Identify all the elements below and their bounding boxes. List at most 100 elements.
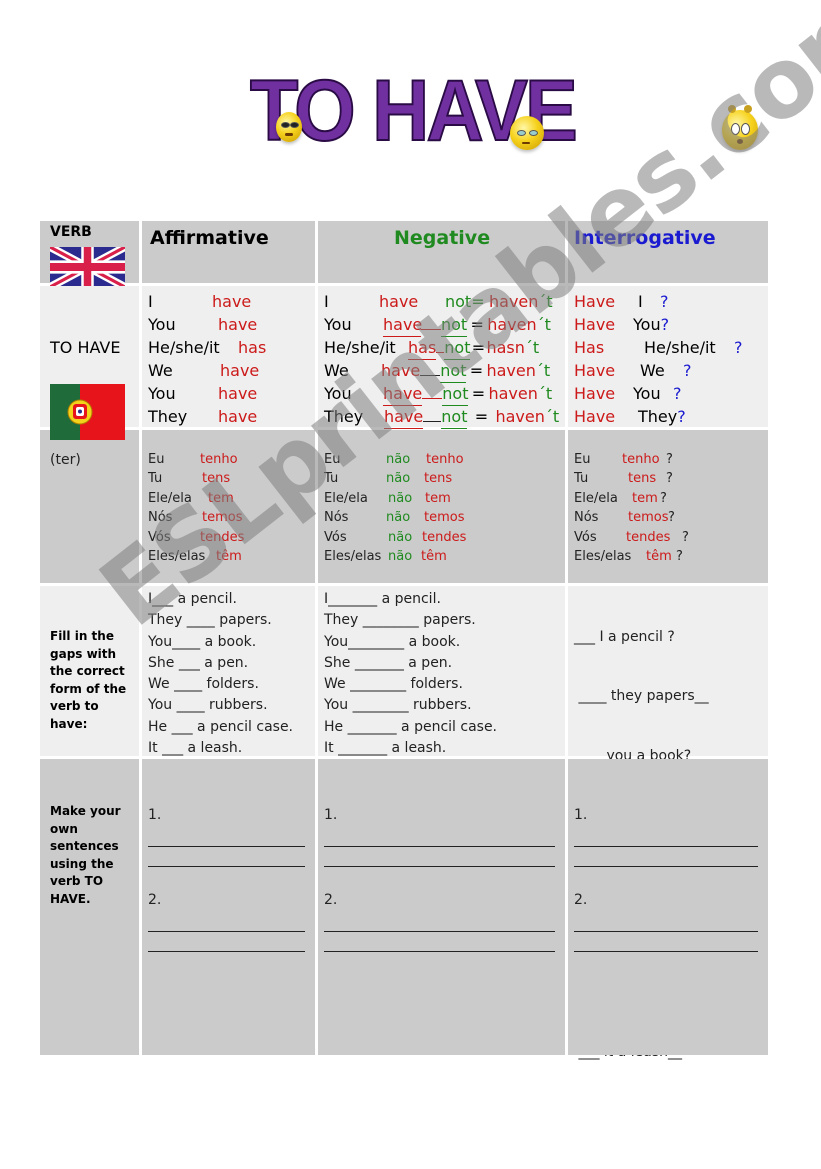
- list-item: Ele/ela tem: [148, 490, 234, 506]
- fill-in-negative-list: I_______ a pencil. They ________ papers.…: [324, 589, 561, 759]
- list-item: Ele/ela não tem: [324, 490, 451, 506]
- list-item: Nós temos?: [574, 510, 675, 526]
- list-item: Have They?: [574, 407, 686, 426]
- exercise-item[interactable]: I___ a pencil.: [148, 589, 311, 610]
- verb-label: VERB: [50, 224, 92, 240]
- own-negative-cell: 1. 2.: [318, 759, 565, 1055]
- own-sentences-row: Make your own sentences using the verb T…: [40, 759, 768, 1055]
- list-item: They have: [148, 407, 258, 426]
- exercise-item[interactable]: It ___ a leash.: [148, 738, 311, 759]
- list-item: Eu tenho?: [574, 452, 673, 467]
- list-item: He/she/it has not=hasn´t: [324, 336, 561, 360]
- ter-label: (ter): [50, 452, 81, 468]
- list-item: You have: [148, 315, 258, 334]
- writing-line[interactable]: [574, 866, 758, 867]
- list-item: Eles/elas têm?: [574, 548, 683, 564]
- exercise-item[interactable]: We ________ folders.: [324, 674, 561, 695]
- uk-flag-icon: [50, 247, 125, 287]
- own-sentence-block: 1.: [324, 807, 555, 867]
- sentence-number: 1.: [574, 807, 588, 823]
- portuguese-negative-list: Eu não tenho Tu não tens Ele/ela não tem Nós nã…: [324, 450, 561, 566]
- writing-line[interactable]: [148, 846, 305, 847]
- own-sentence-block: 2.: [574, 892, 758, 952]
- exercise-item[interactable]: She _______ a pen.: [324, 653, 561, 674]
- exercise-item[interactable]: It _______ a leash.: [324, 738, 561, 759]
- list-item: We have not = haven´t: [324, 359, 561, 383]
- own-sentence-block: 1.: [574, 807, 758, 867]
- writing-line[interactable]: [324, 866, 555, 867]
- list-item: Has He/she/it?: [574, 338, 743, 357]
- writing-line[interactable]: [324, 846, 555, 847]
- writing-line[interactable]: [574, 846, 758, 847]
- writing-line[interactable]: [574, 951, 758, 952]
- writing-line[interactable]: [324, 931, 555, 932]
- conjugation-table: VERB Affirmative Negative Interrogative …: [40, 221, 768, 1060]
- list-item: Have I?: [574, 292, 669, 311]
- exercise-item[interactable]: You ____ rubbers.: [148, 695, 311, 716]
- english-interrogative-list: Have I? Have You? Has He/she/it? Have We? Ha…: [574, 290, 764, 428]
- english-negative-cell: Ihave not= haven´t You have not = haven´t He/s…: [318, 286, 565, 429]
- exercise-item[interactable]: You________ a book.: [324, 632, 561, 653]
- to-have-label: TO HAVE: [50, 338, 121, 357]
- page-title: TO HAVE: [249, 63, 579, 159]
- fill-in-instruction: Fill in the gaps with the correct form o…: [50, 629, 127, 731]
- list-item: Eles/elas não têm: [324, 548, 447, 564]
- exercise-item[interactable]: They ____ papers.: [148, 610, 311, 631]
- exercise-item[interactable]: She ___ a pen.: [148, 653, 311, 674]
- list-item: You have: [148, 384, 258, 403]
- list-item: Ele/ela tem?: [574, 490, 667, 506]
- fill-in-instruction-cell: Fill in the gaps with the correct form o…: [40, 586, 139, 756]
- exercise-item[interactable]: ____ they papers__: [574, 686, 764, 707]
- portuguese-interrogative-cell: Eu tenho? Tu tens? Ele/ela tem? Nós temos? V…: [568, 430, 768, 583]
- list-item: Vós não tendes: [324, 529, 467, 545]
- sentence-number: 1.: [148, 807, 162, 823]
- list-item: Tu tens: [148, 471, 231, 487]
- exercise-item[interactable]: I_______ a pencil.: [324, 589, 561, 610]
- english-affirmative-cell: Ihave You have He/she/it has We have You hav…: [142, 286, 315, 427]
- list-item: Nós temos: [148, 510, 243, 526]
- exercise-item[interactable]: You____ a book.: [148, 632, 311, 653]
- affirmative-header-cell: Affirmative: [142, 221, 315, 283]
- exercise-item[interactable]: He ___ a pencil case.: [148, 717, 311, 738]
- writing-line[interactable]: [574, 931, 758, 932]
- exercise-item[interactable]: You ________ rubbers.: [324, 695, 561, 716]
- writing-line[interactable]: [324, 951, 555, 952]
- english-side-cell: TO HAVE: [40, 286, 139, 440]
- cool-smiley-icon: [276, 112, 302, 142]
- writing-line[interactable]: [148, 951, 305, 952]
- english-affirmative-list: Ihave You have He/she/it has We have You hav…: [148, 290, 311, 428]
- list-item: Have You?: [574, 315, 670, 334]
- sentence-number: 2.: [574, 892, 588, 908]
- list-item: Ihave not= haven´t: [324, 292, 553, 311]
- negative-heading: Negative: [394, 227, 491, 249]
- portugal-flag-icon: [50, 384, 125, 440]
- list-item: You have not = haven´t: [324, 382, 561, 406]
- list-item: Nós não temos: [324, 510, 465, 526]
- exercise-item[interactable]: We ____ folders.: [148, 674, 311, 695]
- exercise-item[interactable]: They ________ papers.: [324, 610, 561, 631]
- exercise-item[interactable]: ___ I a pencil ?: [574, 627, 764, 648]
- verb-header-cell: VERB: [40, 221, 139, 287]
- list-item: Ihave: [148, 292, 252, 311]
- exercise-item[interactable]: He _______ a pencil case.: [324, 717, 561, 738]
- writing-line[interactable]: [148, 931, 305, 932]
- own-sentence-block: 1.: [148, 807, 305, 867]
- portuguese-row: (ter) Eu tenho Tu tens Ele/ela tem Nós temos…: [40, 430, 768, 583]
- own-sentence-block: 2.: [148, 892, 305, 952]
- sleepy-smiley-icon: [510, 116, 544, 150]
- fill-in-row: Fill in the gaps with the correct form o…: [40, 586, 768, 1060]
- list-item: Tu não tens: [324, 471, 453, 487]
- own-sentence-block: 2.: [324, 892, 555, 952]
- list-item: They have not = haven´t: [324, 405, 561, 429]
- list-item: Vós tendes?: [574, 529, 689, 545]
- writing-line[interactable]: [148, 866, 305, 867]
- list-item: Eu não tenho: [324, 452, 464, 467]
- list-item: Vós tendes: [148, 529, 245, 545]
- own-sentences-instruction-cell: Make your own sentences using the verb T…: [40, 759, 139, 1055]
- list-item: You have not = haven´t: [324, 313, 561, 337]
- own-affirmative-cell: 1. 2.: [142, 759, 315, 1055]
- fill-in-negative-cell: I_______ a pencil. They ________ papers.…: [318, 586, 565, 756]
- portuguese-interrogative-list: Eu tenho? Tu tens? Ele/ela tem? Nós temos? V…: [574, 450, 764, 566]
- english-negative-list: Ihave not= haven´t You have not = haven´t He/s…: [324, 290, 561, 429]
- fill-in-interrogative-cell: ___ I a pencil ? ____ they papers__ ____…: [568, 586, 768, 1060]
